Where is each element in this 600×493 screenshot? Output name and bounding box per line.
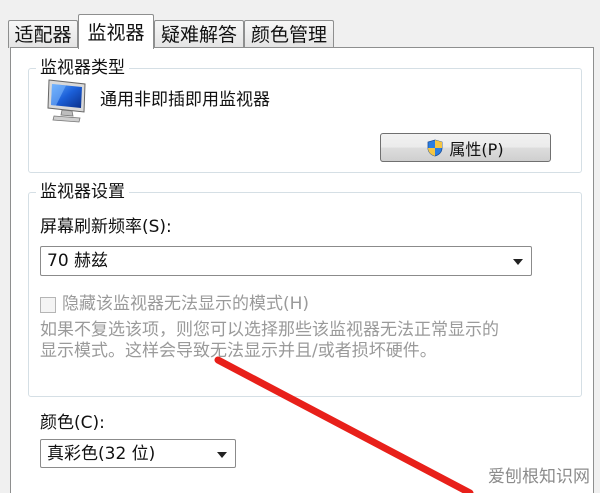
tab-monitor[interactable]: 监视器 [78,14,154,49]
red-annotation-line [214,356,474,493]
watermark: 爱刨根知识网 [488,467,590,487]
